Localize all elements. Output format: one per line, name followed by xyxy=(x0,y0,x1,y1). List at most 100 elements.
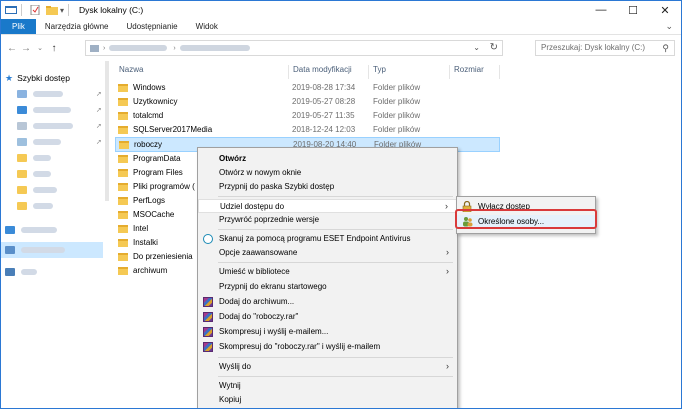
recent-locations-chevron-icon[interactable]: ⌄ xyxy=(33,44,47,52)
back-arrow-icon[interactable]: ← xyxy=(5,43,19,54)
nav-item-redacted[interactable] xyxy=(5,265,37,279)
menu-item-pin-start[interactable]: Przypnij do ekranu startowego xyxy=(198,280,457,294)
menu-item-add-archive[interactable]: Dodaj do archiwum... xyxy=(198,295,457,309)
pin-icon: ➚ xyxy=(96,91,102,98)
pin-icon: ➚ xyxy=(96,139,102,146)
menu-item-pin-quick-access[interactable]: Przypnij do paska Szybki dostęp xyxy=(198,180,457,194)
menu-label: Przypnij do paska Szybki dostęp xyxy=(219,182,335,191)
star-icon: ★ xyxy=(5,72,14,83)
column-divider[interactable] xyxy=(499,65,500,79)
column-headers: Nazwa Data modyfikacji Typ Rozmiar xyxy=(115,63,575,79)
search-placeholder: Przeszukaj: Dysk lokalny (C:) xyxy=(541,43,646,52)
column-name[interactable]: Nazwa xyxy=(119,65,143,74)
maximize-button[interactable]: ☐ xyxy=(617,1,649,19)
tab-file[interactable]: Plik xyxy=(1,19,36,34)
menu-item-advanced-options[interactable]: Opcje zaawansowane › xyxy=(198,246,457,260)
menu-label: Przywróć poprzednie wersje xyxy=(219,215,320,224)
nav-item-redacted[interactable] xyxy=(17,199,53,213)
nav-item-redacted[interactable] xyxy=(17,87,63,101)
minimize-button[interactable]: — xyxy=(585,1,617,19)
nav-item-redacted[interactable] xyxy=(17,151,51,165)
forward-arrow-icon[interactable]: → xyxy=(19,43,33,54)
folder-icon xyxy=(118,196,128,205)
quick-access-toolbar-dropdown-icon[interactable]: ▾ xyxy=(60,6,64,15)
new-folder-icon[interactable] xyxy=(46,5,58,15)
menu-item-eset-scan[interactable]: Skanuj za pomocą programu ESET Endpoint … xyxy=(198,232,457,246)
file-name: Instalki xyxy=(133,238,158,247)
nav-item-redacted[interactable] xyxy=(5,223,57,237)
nav-item-redacted[interactable] xyxy=(17,167,51,181)
menu-separator xyxy=(218,229,453,230)
nav-label-redacted xyxy=(21,247,65,253)
expand-ribbon-icon[interactable]: ⌄ xyxy=(665,21,673,32)
menu-item-restore-versions[interactable]: Przywróć poprzednie wersje xyxy=(198,213,457,227)
nav-item-redacted[interactable] xyxy=(17,119,73,133)
up-arrow-icon[interactable]: ↑ xyxy=(47,43,61,54)
column-divider[interactable] xyxy=(288,65,289,79)
menu-separator xyxy=(218,196,453,197)
submenu-arrow-icon: › xyxy=(446,361,449,371)
search-input[interactable]: Przeszukaj: Dysk lokalny (C:) ⚲ xyxy=(535,40,675,56)
winrar-icon xyxy=(203,342,213,352)
column-size[interactable]: Rozmiar xyxy=(454,65,484,74)
file-name: Intel xyxy=(133,224,149,233)
properties-icon[interactable] xyxy=(30,4,42,16)
menu-item-cut[interactable]: Wytnij xyxy=(198,379,457,393)
folder-icon xyxy=(118,125,128,134)
menu-item-open[interactable]: Otwórz xyxy=(198,152,457,166)
address-bar[interactable]: › › ⌄ ↻ xyxy=(85,40,503,56)
nav-item-redacted[interactable] xyxy=(17,135,61,149)
refresh-icon[interactable]: ↻ xyxy=(490,42,498,53)
tab-home[interactable]: Narzędzia główne xyxy=(36,19,118,34)
file-row[interactable]: SQLServer2017Media 2018-12-24 12:03 Folder… xyxy=(115,123,500,136)
file-row[interactable]: totalcmd 2019-05-27 11:35 Folder plików xyxy=(115,109,500,122)
folder-icon xyxy=(118,111,128,120)
column-divider[interactable] xyxy=(368,65,369,79)
nav-item-redacted[interactable] xyxy=(17,183,57,197)
window-controls: — ☐ ✕ xyxy=(585,1,681,19)
menu-item-copy[interactable]: Kopiuj xyxy=(198,393,457,407)
address-path-redacted xyxy=(109,45,168,51)
folder-icon xyxy=(118,182,128,191)
tab-view[interactable]: Widok xyxy=(187,19,227,34)
nav-scrollbar[interactable] xyxy=(105,61,109,201)
menu-item-compress-email[interactable]: Skompresuj i wyślij e-mailem... xyxy=(198,325,457,339)
column-date[interactable]: Data modyfikacji xyxy=(293,65,352,74)
winrar-icon xyxy=(203,327,213,337)
file-name: PerfLogs xyxy=(133,196,166,205)
tab-share[interactable]: Udostępnianie xyxy=(117,19,186,34)
column-divider[interactable] xyxy=(449,65,450,79)
file-name: totalcmd xyxy=(133,111,164,120)
file-row[interactable]: Uzytkownicy 2019-05-27 08:28 Folder plików xyxy=(115,95,500,108)
submenu-arrow-icon: › xyxy=(446,247,449,257)
column-type[interactable]: Typ xyxy=(373,65,386,74)
menu-separator xyxy=(218,262,453,263)
pictures-icon xyxy=(17,138,27,146)
nav-label-redacted xyxy=(33,171,51,177)
nav-item-redacted[interactable] xyxy=(17,103,71,117)
downloads-icon xyxy=(17,106,27,114)
file-date: 2018-12-24 12:03 xyxy=(292,125,356,134)
file-type: Folder plików xyxy=(373,125,421,134)
address-dropdown-icon[interactable]: ⌄ xyxy=(473,43,480,52)
context-menu: Otwórz Otwórz w nowym oknie Przypnij do … xyxy=(197,147,458,408)
menu-label: Otwórz xyxy=(219,154,247,163)
menu-item-add-rar[interactable]: Dodaj do "roboczy.rar" xyxy=(198,310,457,324)
menu-item-compress-rar-email[interactable]: Skompresuj do "roboczy.rar" i wyślij e-m… xyxy=(198,340,457,354)
menu-label: Udziel dostępu do xyxy=(220,202,285,211)
file-type: Folder plików xyxy=(373,97,421,106)
file-date: 2019-08-28 17:34 xyxy=(292,83,356,92)
menu-item-open-new-window[interactable]: Otwórz w nowym oknie xyxy=(198,166,457,180)
nav-label-redacted xyxy=(33,123,73,129)
folder-icon xyxy=(118,266,128,275)
menu-item-include-library[interactable]: Umieść w bibliotece › xyxy=(198,265,457,279)
nav-item-quick-access[interactable]: ★ Szybki dostęp xyxy=(5,71,70,85)
menu-item-send-to[interactable]: Wyślij do › xyxy=(198,360,457,374)
menu-item-share-with[interactable]: Udziel dostępu do › xyxy=(198,199,457,213)
file-row[interactable]: Windows 2019-08-28 17:34 Folder plików xyxy=(115,81,500,94)
menu-label: Wyślij do xyxy=(219,362,251,371)
nav-quick-access-label: Szybki dostęp xyxy=(17,73,70,83)
nav-item-this-pc-redacted[interactable] xyxy=(5,243,65,257)
close-button[interactable]: ✕ xyxy=(649,1,681,19)
folder-icon xyxy=(17,186,27,194)
